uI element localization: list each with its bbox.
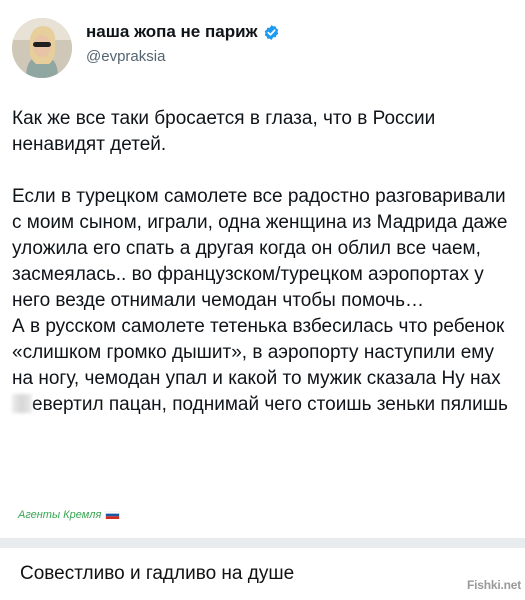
avatar-photo-icon <box>12 18 72 78</box>
display-name[interactable]: наша жопа не париж <box>86 22 280 42</box>
tweet-paragraph-2: Если в турецком самолете все радостно ра… <box>12 186 508 311</box>
watermark: Агенты Кремля <box>18 509 120 521</box>
user-handle[interactable]: @evpraksia <box>86 48 165 65</box>
tweet-text: Как же все таки бросается в глаза, что в… <box>12 106 517 418</box>
avatar[interactable] <box>12 18 72 78</box>
censored-text-blur <box>12 394 32 413</box>
tweet-paragraph-1: Как же все таки бросается в глаза, что в… <box>12 108 436 155</box>
verified-badge-icon <box>263 24 280 41</box>
site-logo: Fishki.net <box>466 578 521 592</box>
russia-flag-icon <box>105 511 120 519</box>
section-divider <box>0 538 525 548</box>
display-name-text: наша жопа не париж <box>86 22 258 41</box>
post-caption: Совестливо и гадливо на душе <box>20 563 295 584</box>
tweet-paragraph-3: А в русском самолете тетенька взбесилась… <box>12 314 517 418</box>
tweet-card: наша жопа не париж @evpraksia Как же все… <box>0 0 525 538</box>
tweet-paragraph-3-end: евертил пацан, поднимай чего стоишь зень… <box>32 394 508 415</box>
watermark-text: Агенты Кремля <box>18 509 102 521</box>
tweet-paragraph-3-start: А в русском самолете тетенька взбесилась… <box>12 316 505 389</box>
